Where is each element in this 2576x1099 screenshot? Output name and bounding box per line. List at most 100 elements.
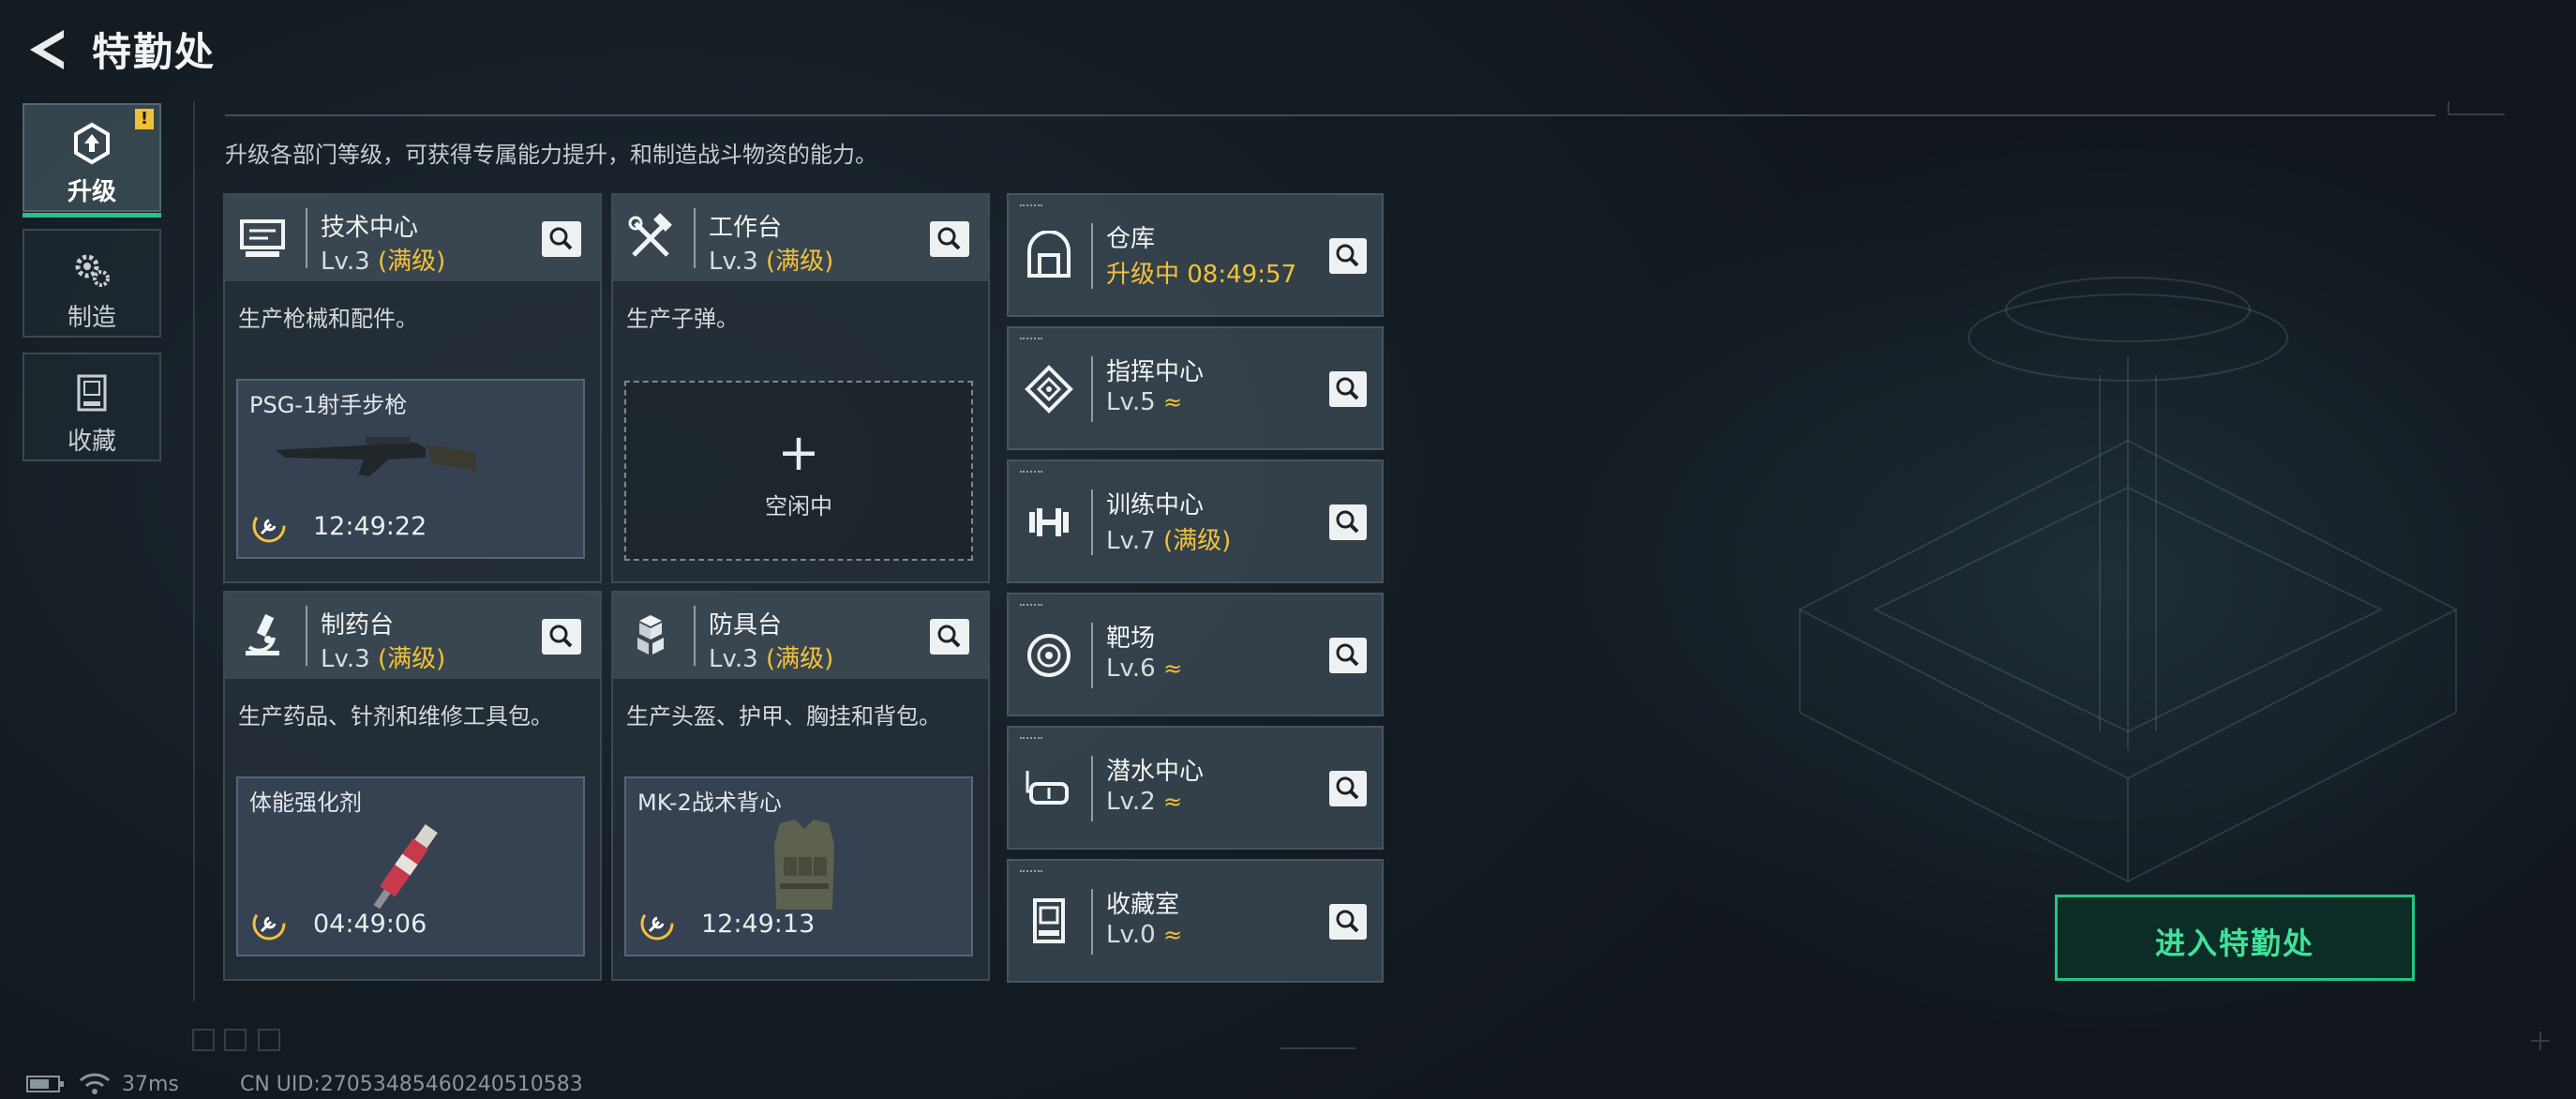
building-level: Lv.5 ≈ (1106, 388, 1183, 416)
cubes-icon (637, 615, 664, 655)
slot-timer: 12:49:22 (313, 512, 427, 541)
station-card-pharmacy[interactable]: 制药台 Lv.3 (满级) 生产药品、针剂和维修工具包。 体能强化剂 04:49… (223, 591, 602, 981)
station-level: Lv.3 (满级) (321, 248, 446, 276)
station-name: 技术中心 (321, 214, 419, 242)
station-description: 生产头盔、护甲、胸挂和背包。 (626, 703, 941, 730)
wrench-timer-icon (252, 509, 286, 543)
search-icon[interactable] (930, 221, 969, 257)
wifi-icon (79, 1073, 111, 1094)
building-diving-center[interactable]: 潜水中心 Lv.2 ≈ (1007, 726, 1384, 850)
building-training-center[interactable]: 训练中心 Lv.7 (满级) (1007, 459, 1384, 583)
search-icon[interactable] (1329, 504, 1367, 540)
search-icon[interactable] (1329, 238, 1367, 274)
card-header: 技术中心 Lv.3 (满级) (225, 195, 600, 281)
user-uid: CN UID:27053485460240510583 (240, 1073, 583, 1096)
add-icon: + (777, 423, 820, 482)
tab-craft-label: 制造 (67, 304, 116, 332)
station-name: 防具台 (709, 611, 783, 640)
hammer-wrench-icon (628, 213, 672, 257)
enter-button-label: 进入特勤处 (2154, 926, 2314, 961)
collection-box-icon (77, 374, 107, 412)
slot-timer: 04:49:06 (313, 910, 427, 939)
station-name: 工作台 (709, 214, 783, 242)
production-slot[interactable]: 体能强化剂 04:49:06 (236, 776, 585, 956)
slot-item-name: PSG-1射手步枪 (249, 392, 408, 418)
production-slot[interactable]: MK-2战术背心 12:49:13 (624, 776, 973, 956)
back-arrow-icon[interactable] (26, 26, 67, 73)
ping-value: 37ms (122, 1073, 179, 1096)
command-icon (1025, 365, 1073, 414)
gears-icon (75, 254, 110, 287)
card-header: 防具台 Lv.3 (满级) (613, 593, 988, 679)
upgrade-chevron-icon: ≈ (1162, 389, 1183, 415)
station-card-workbench[interactable]: 工作台 Lv.3 (满级) 生产子弹。 + 空闲中 (611, 193, 990, 583)
tab-upgrade-label: 升级 (67, 178, 116, 206)
search-icon[interactable] (1329, 371, 1367, 407)
upgrade-icon (74, 122, 110, 165)
station-level: Lv.3 (满级) (709, 645, 834, 673)
building-status: 升级中 08:49:57 (1106, 261, 1297, 289)
building-name: 收藏室 (1106, 891, 1180, 919)
wrench-timer-icon (252, 907, 286, 941)
building-name: 指挥中心 (1106, 358, 1205, 386)
search-icon[interactable] (1329, 638, 1367, 673)
card-header: 制药台 Lv.3 (满级) (225, 593, 600, 679)
upgrade-chevron-icon: ≈ (1162, 655, 1183, 682)
building-collection-room[interactable]: 收藏室 Lv.0 ≈ (1007, 859, 1384, 983)
slot-item-name: 体能强化剂 (249, 790, 362, 816)
page-title: 特勤处 (92, 29, 217, 75)
tab-collection[interactable]: 收藏 (22, 353, 161, 461)
battery-icon (26, 1076, 64, 1092)
divider (225, 114, 2435, 116)
building-name: 潜水中心 (1106, 758, 1205, 786)
microscope-icon (246, 613, 279, 655)
page-description: 升级各部门等级，可获得专属能力提升，和制造战斗物资的能力。 (225, 142, 877, 168)
diving-mask-icon (1026, 771, 1069, 805)
station-name: 制药台 (321, 611, 395, 640)
station-level: Lv.3 (满级) (709, 248, 834, 276)
tab-craft[interactable]: 制造 (22, 229, 161, 338)
station-card-armor[interactable]: 防具台 Lv.3 (满级) 生产头盔、护甲、胸挂和背包。 MK-2战术背心 12… (611, 591, 990, 981)
search-icon[interactable] (1329, 904, 1367, 940)
collection-icon (1033, 898, 1065, 943)
upgrade-chevron-icon: ≈ (1162, 922, 1183, 948)
production-slot[interactable]: PSG-1射手步枪 12:49:22 (236, 379, 585, 559)
rifle-image (276, 437, 476, 476)
station-description: 生产子弹。 (626, 306, 739, 332)
search-icon[interactable] (542, 221, 581, 257)
building-level: Lv.7 (满级) (1106, 527, 1232, 555)
tab-collection-label: 收藏 (67, 428, 116, 456)
building-command-center[interactable]: 指挥中心 Lv.5 ≈ (1007, 326, 1384, 450)
warehouse-icon (1027, 231, 1071, 278)
idle-label: 空闲中 (765, 493, 832, 519)
slot-item-name: MK-2战术背心 (637, 790, 782, 816)
dumbbell-icon (1029, 508, 1069, 536)
target-icon (1027, 634, 1071, 677)
vest-image (774, 820, 834, 910)
building-level: Lv.2 ≈ (1106, 788, 1183, 816)
search-icon[interactable] (930, 619, 969, 655)
idle-slot[interactable]: + 空闲中 (624, 381, 973, 561)
station-level: Lv.3 (满级) (321, 645, 446, 673)
station-description: 生产枪械和配件。 (238, 306, 418, 332)
building-name: 仓库 (1106, 225, 1156, 253)
divider (193, 101, 195, 1001)
building-level: Lv.0 ≈ (1106, 921, 1183, 949)
search-icon[interactable] (1329, 771, 1367, 806)
station-card-tech-center[interactable]: 技术中心 Lv.3 (满级) 生产枪械和配件。 PSG-1射手步枪 12:49:… (223, 193, 602, 583)
upgrade-chevron-icon: ≈ (1162, 789, 1183, 815)
computer-icon (240, 219, 285, 257)
slot-timer: 12:49:13 (701, 910, 816, 939)
wrench-timer-icon (640, 907, 674, 941)
building-name: 靶场 (1106, 625, 1156, 653)
building-shooting-range[interactable]: 靶场 Lv.6 ≈ (1007, 593, 1384, 716)
building-name: 训练中心 (1106, 491, 1205, 519)
enter-special-ops-button[interactable]: 进入特勤处 (2055, 895, 2415, 981)
card-header: 工作台 Lv.3 (满级) (613, 195, 988, 281)
search-icon[interactable] (542, 619, 581, 655)
station-description: 生产药品、针剂和维修工具包。 (238, 703, 553, 730)
tab-upgrade[interactable]: ! 升级 (22, 103, 161, 218)
tab-alert-badge: ! (135, 109, 154, 129)
building-level: Lv.6 ≈ (1106, 655, 1183, 683)
building-warehouse[interactable]: 仓库 升级中 08:49:57 (1007, 193, 1384, 317)
